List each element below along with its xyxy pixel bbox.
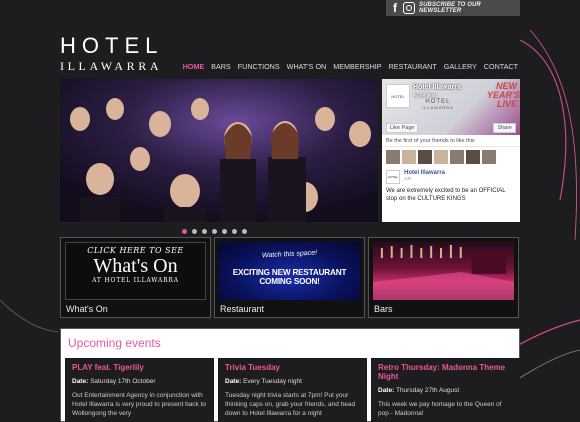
slider-dot[interactable] [232,229,237,234]
bar-interior-image [373,245,514,300]
event-date-label: Date: [378,387,395,394]
nav-item-functions[interactable]: FUNCTIONS [238,62,280,71]
tile-bars[interactable]: Bars [368,237,519,318]
slider-dots [182,229,247,234]
nav-item-home[interactable]: HOME [183,62,205,71]
post-avatar[interactable]: HOTEL [386,170,400,184]
crowd-photo [60,79,378,222]
thumb-text: HOTEL [391,93,405,99]
post-time[interactable]: 13h [404,176,445,181]
upcoming-events: Upcoming events PLAY feat. Tigerlily Dat… [60,328,520,422]
event-excerpt: Out Entertainment Agency in conjunction … [72,392,207,417]
nav-item-whats-on[interactable]: WHAT'S ON [287,62,327,71]
facebook-friends-line: Be the first of your friends to like thi… [382,135,520,147]
tile-label: What's On [66,304,108,314]
facebook-cover: HOTEL Hotel Illawarra 4,664 likes HOTEL … [382,79,520,135]
facebook-page-thumbnail[interactable]: HOTEL [386,84,410,108]
avatar[interactable] [418,150,432,164]
instagram-icon[interactable] [403,2,415,14]
main-nav: HOME BARS FUNCTIONS WHAT'S ON MEMBERSHIP… [183,62,518,71]
slider-dot[interactable] [212,229,217,234]
tile-whats-on[interactable]: Click here to see What's On AT HOTEL ILL… [60,237,211,318]
bars-photo [373,242,514,300]
slider-dot[interactable] [192,229,197,234]
whats-on-banner: Click here to see What's On AT HOTEL ILL… [65,242,206,300]
hero-slider-image[interactable] [60,79,378,222]
event-card[interactable]: Trivia Tuesday Date: Every Tuesday night… [218,358,367,422]
event-date: Date: Thursday 27th August [378,387,513,394]
facebook-like-button[interactable]: Like Page [386,123,419,133]
tile-label: Bars [374,304,393,314]
nav-item-contact[interactable]: CONTACT [484,62,518,71]
facebook-page-widget: HOTEL Hotel Illawarra 4,664 likes HOTEL … [382,79,520,222]
tile-restaurant[interactable]: Watch this space! EXCITING NEW RESTAURAN… [214,237,365,318]
facebook-share-button[interactable]: Share [493,123,516,133]
cover-logo: HOTEL ILLAWARRA [422,99,454,111]
slider-dot[interactable] [202,229,207,234]
avatar[interactable] [386,150,400,164]
restaurant-banner: Watch this space! EXCITING NEW RESTAURAN… [219,242,360,300]
avatar[interactable] [466,150,480,164]
nav-item-restaurant[interactable]: RESTAURANT [389,62,437,71]
facebook-friends-avatars [382,147,520,167]
nav-item-bars[interactable]: BARS [211,62,231,71]
avatar[interactable] [482,150,496,164]
event-title[interactable]: PLAY feat. Tigerlily [72,363,207,372]
banner-caption-2: EXCITING NEW RESTAURANT COMING SOON! [232,268,347,286]
event-title[interactable]: Trivia Tuesday [225,363,360,372]
post-avatar-text: HOTEL [387,175,398,179]
banner-caption-3: AT HOTEL ILLAWARRA [92,277,179,284]
nav-item-membership[interactable]: MEMBERSHIP [333,62,381,71]
event-date-label: Date: [225,378,242,385]
event-date: Date: Every Tuesday night [225,378,360,385]
avatar[interactable] [450,150,464,164]
events-heading: Upcoming events [68,336,161,350]
cover-logo-line-2: ILLAWARRA [422,105,454,110]
nav-item-gallery[interactable]: GALLERY [444,62,477,71]
event-card[interactable]: Retro Thursday: Madonna Theme Night Date… [371,358,520,422]
banner-caption-1: Click here to see [87,246,184,255]
event-date-value: Every Tuesday night [243,378,302,385]
logo-line-2: ILLAWARRA [60,59,163,73]
cover-promo-text: NEW YEAR'S LIVE [487,81,520,109]
hotel-logo[interactable]: HOTEL ILLAWARRA [60,33,164,74]
facebook-post-header: HOTEL Hotel Illawarra 13h [382,167,520,187]
facebook-icon[interactable]: f [390,1,400,15]
event-excerpt: Tuesday night trivia starts at 7pm! Put … [225,392,356,417]
facebook-page-name[interactable]: Hotel Illawarra [413,84,461,91]
tile-label: Restaurant [220,304,265,314]
event-date: Date: Saturday 17th October [72,378,207,385]
event-date-value: Saturday 17th October [90,378,156,385]
banner-caption-2: What's On [93,255,178,277]
slider-dot[interactable] [222,229,227,234]
avatar[interactable] [434,150,448,164]
banner-caption-1: Watch this space! [261,249,318,260]
event-date-value: Thursday 27th August [395,387,460,394]
event-excerpt: This week we pay homage to the Queen of … [378,401,502,417]
slider-dot[interactable] [182,229,187,234]
event-title[interactable]: Retro Thursday: Madonna Theme Night [378,363,513,381]
event-card[interactable]: PLAY feat. Tigerlily Date: Saturday 17th… [65,358,214,422]
post-text: We are extremely excited to be an OFFICI… [386,188,506,202]
avatar[interactable] [402,150,416,164]
slider-dot[interactable] [242,229,247,234]
newsletter-link[interactable]: SUBSCRIBE TO OUR NEWSLETTER [419,2,520,14]
social-links: f [386,1,415,15]
event-date-label: Date: [72,378,89,385]
logo-line-1: HOTEL [60,33,164,58]
top-bar: f SUBSCRIBE TO OUR NEWSLETTER [386,0,520,16]
